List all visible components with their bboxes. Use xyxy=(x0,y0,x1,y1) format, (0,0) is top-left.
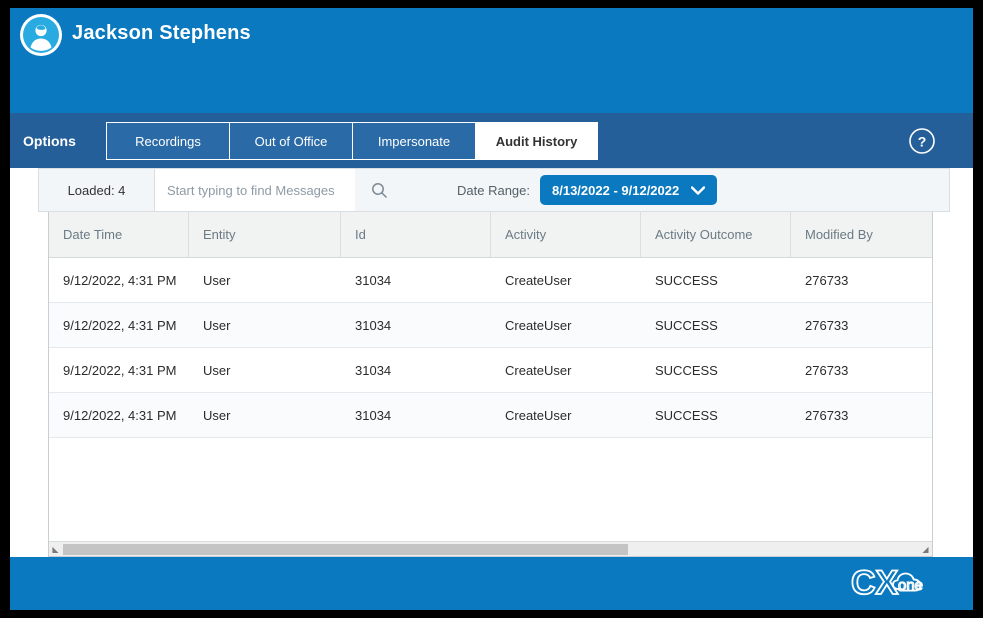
column-header-date-time[interactable]: Date Time xyxy=(49,212,189,257)
tab-impersonate[interactable]: Impersonate xyxy=(352,122,475,160)
page-footer: CX one xyxy=(10,557,973,610)
cell-entity: User xyxy=(203,317,231,333)
loaded-count: Loaded: 4 xyxy=(39,169,155,211)
cell-activity-outcome: SUCCESS xyxy=(655,272,718,288)
column-header-entity[interactable]: Entity xyxy=(189,212,341,257)
column-header-activity-outcome[interactable]: Activity Outcome xyxy=(641,212,791,257)
svg-text:one: one xyxy=(898,577,923,594)
svg-text:CX: CX xyxy=(851,564,899,602)
cell-date-time: 9/12/2022, 4:31 PM xyxy=(63,317,177,333)
table-row[interactable]: 9/12/2022, 4:31 PM User 31034 CreateUser… xyxy=(49,258,932,303)
cell-date-time: 9/12/2022, 4:31 PM xyxy=(63,362,177,378)
search-input[interactable] xyxy=(155,169,355,211)
table-header-row: Date Time Entity Id Activity Activity Ou… xyxy=(49,212,932,258)
tab-recordings[interactable]: Recordings xyxy=(106,122,229,160)
table-row[interactable]: 9/12/2022, 4:31 PM User 31034 CreateUser… xyxy=(49,393,932,438)
column-header-id[interactable]: Id xyxy=(341,212,491,257)
svg-text:?: ? xyxy=(918,134,927,150)
cell-activity: CreateUser xyxy=(505,317,572,333)
cell-activity: CreateUser xyxy=(505,362,572,378)
cell-activity-outcome: SUCCESS xyxy=(655,407,718,423)
cell-activity: CreateUser xyxy=(505,272,572,288)
table-body: 9/12/2022, 4:31 PM User 31034 CreateUser… xyxy=(49,258,932,541)
column-header-modified-by[interactable]: Modified By xyxy=(791,212,932,257)
page-header: Jackson Stephens xyxy=(10,8,973,113)
scroll-right-arrow-icon[interactable]: ◢ xyxy=(921,545,930,554)
cell-id: 31034 xyxy=(355,317,392,333)
date-range-button[interactable]: 8/13/2022 - 9/12/2022 xyxy=(540,175,718,205)
cell-date-time: 9/12/2022, 4:31 PM xyxy=(63,407,177,423)
scroll-left-arrow-icon[interactable]: ◣ xyxy=(51,545,60,554)
cell-date-time: 9/12/2022, 4:31 PM xyxy=(63,272,177,288)
table-toolbar: Loaded: 4 Date Range: 8/13/2022 - 9/12/2… xyxy=(38,168,950,212)
cell-entity: User xyxy=(203,272,231,288)
cxone-logo: CX one xyxy=(850,563,951,610)
scrollbar-thumb[interactable] xyxy=(63,544,628,555)
user-name: Jackson Stephens xyxy=(72,22,251,44)
horizontal-scrollbar[interactable]: ◣ ◢ xyxy=(49,541,932,556)
tab-audit-history[interactable]: Audit History xyxy=(475,122,598,160)
user-avatar-icon xyxy=(20,14,62,56)
date-range-label: Date Range: xyxy=(457,182,530,198)
table-row[interactable]: 9/12/2022, 4:31 PM User 31034 CreateUser… xyxy=(49,303,932,348)
cell-id: 31034 xyxy=(355,272,392,288)
app-window: Jackson Stephens Options Recordings Out … xyxy=(10,8,973,610)
tab-list: Recordings Out of Office Impersonate Aud… xyxy=(106,122,598,160)
cell-id: 31034 xyxy=(355,407,392,423)
tab-out-of-office[interactable]: Out of Office xyxy=(229,122,352,160)
cell-modified-by: 276733 xyxy=(805,407,849,423)
audit-history-table: Date Time Entity Id Activity Activity Ou… xyxy=(48,212,933,557)
options-label: Options xyxy=(23,133,76,149)
cell-modified-by: 276733 xyxy=(805,362,849,378)
cell-activity-outcome: SUCCESS xyxy=(655,317,718,333)
date-range-value: 8/13/2022 - 9/12/2022 xyxy=(552,182,680,198)
column-header-activity[interactable]: Activity xyxy=(491,212,641,257)
cell-activity: CreateUser xyxy=(505,407,572,423)
cell-activity-outcome: SUCCESS xyxy=(655,362,718,378)
tab-bar: Options Recordings Out of Office Imperso… xyxy=(10,113,973,168)
table-row[interactable]: 9/12/2022, 4:31 PM User 31034 CreateUser… xyxy=(49,348,932,393)
cell-entity: User xyxy=(203,362,231,378)
cell-entity: User xyxy=(203,407,231,423)
cell-modified-by: 276733 xyxy=(805,317,849,333)
cell-id: 31034 xyxy=(355,362,392,378)
cell-modified-by: 276733 xyxy=(805,272,849,288)
chevron-down-icon xyxy=(691,183,706,198)
help-circle-icon[interactable]: ? xyxy=(908,127,936,155)
search-icon[interactable] xyxy=(355,169,403,211)
